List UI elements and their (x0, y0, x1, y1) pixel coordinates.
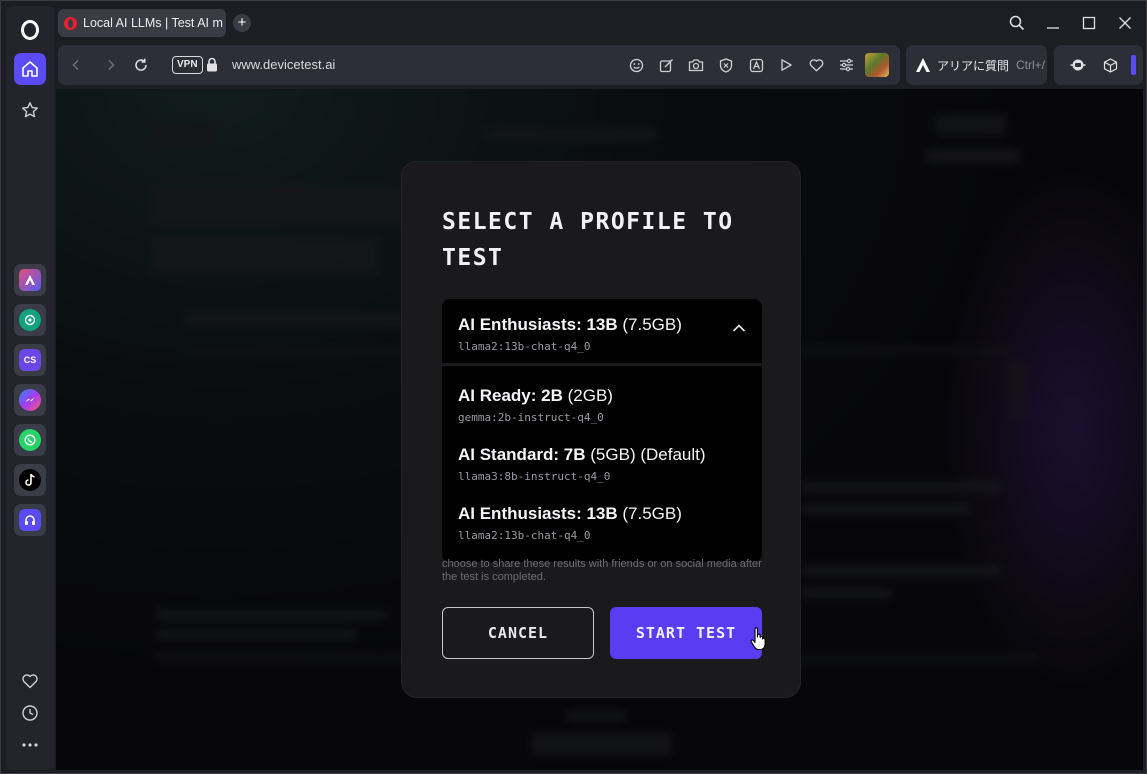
reload-icon (135, 58, 147, 71)
messenger-icon (19, 389, 41, 411)
select-profile-modal: SELECT A PROFILE TO TEST AI Enthusiasts:… (401, 161, 801, 698)
more-icon (22, 743, 38, 747)
option-model: llama2:13b-chat-q4_0 (458, 529, 591, 542)
sidebar-home-button[interactable] (14, 53, 46, 85)
reload-button[interactable] (131, 55, 151, 75)
camera-icon[interactable] (688, 57, 704, 73)
close-icon (1119, 17, 1131, 29)
sidebar-whatsapp-button[interactable] (14, 424, 46, 456)
back-icon (72, 59, 79, 71)
maximize-icon (1082, 16, 1096, 30)
tiktok-icon (19, 469, 41, 491)
easy-setup-icon[interactable] (838, 57, 854, 73)
sidebar-chatsonic-button[interactable]: CS (14, 344, 46, 376)
aria-icon (19, 269, 41, 291)
vpn-badge[interactable]: VPN (172, 56, 203, 74)
chevron-up-icon[interactable] (732, 323, 746, 333)
aria-shortcut: Ctrl+/ (1016, 58, 1046, 72)
extensions-cube-icon[interactable] (1102, 57, 1118, 73)
share-results-note: choose to share these results with frien… (442, 558, 762, 583)
url-text[interactable]: www.devicetest.ai (232, 57, 335, 72)
sidebar: CS (6, 6, 54, 770)
profile-option-ai-enthusiasts[interactable]: AI Enthusiasts: 13B (7.5GB) llama2:13b-c… (442, 494, 762, 553)
music-icon (19, 509, 41, 531)
option-name: AI Standard: 7B (5GB) (Default) (458, 445, 706, 464)
home-icon (22, 61, 38, 77)
chatsonic-icon: CS (19, 349, 41, 371)
sidebar-music-button[interactable] (14, 504, 46, 536)
profile-select[interactable]: AI Enthusiasts: 13B (7.5GB) llama2:13b-c… (442, 299, 762, 363)
selected-profile-name: AI Enthusiasts: 13B (7.5GB) (458, 315, 682, 334)
emoji-icon[interactable] (628, 57, 644, 73)
profile-option-ai-ready[interactable]: AI Ready: 2B (2GB) gemma:2b-instruct-q4_… (442, 376, 762, 435)
modal-title-line2: TEST (442, 245, 504, 271)
tab-title: Local AI LLMs | Test AI mo (83, 16, 223, 30)
modal-title-line1: SELECT A PROFILE TO (442, 209, 734, 235)
history-icon (22, 705, 38, 721)
opera-logo-icon[interactable] (14, 14, 46, 46)
profile-avatar[interactable] (865, 53, 889, 77)
profile-dropdown-list: AI Ready: 2B (2GB) gemma:2b-instruct-q4_… (442, 366, 762, 562)
opera-favicon-icon (64, 16, 77, 30)
lock-icon[interactable] (206, 57, 218, 77)
profile-option-ai-standard[interactable]: AI Standard: 7B (5GB) (Default) llama3:8… (442, 435, 762, 494)
browser-window: CS Local AI LLMs | Test AI mo + VPN www.… (0, 0, 1147, 774)
option-model: gemma:2b-instruct-q4_0 (458, 411, 604, 424)
modal-title: SELECT A PROFILE TO TEST (442, 204, 762, 276)
ai-extension-icon[interactable] (1070, 57, 1086, 73)
close-window-button[interactable] (1113, 11, 1137, 35)
cancel-button[interactable]: CANCEL (442, 607, 594, 659)
cursor-hand-icon (750, 627, 766, 651)
back-button[interactable] (66, 55, 86, 75)
sidebar-tiktok-button[interactable] (14, 464, 46, 496)
star-icon (22, 102, 38, 118)
sidebar-speed-dial-button[interactable] (14, 94, 46, 126)
tab-active[interactable]: Local AI LLMs | Test AI mo (58, 9, 226, 37)
extensions-area (1054, 45, 1143, 85)
option-name: AI Enthusiasts: 13B (7.5GB) (458, 504, 682, 523)
minimize-button[interactable] (1041, 11, 1065, 35)
aria-label: アリアに質問 (937, 58, 1010, 73)
shield-icon[interactable] (718, 57, 734, 73)
sidebar-favorites-button[interactable] (14, 665, 46, 697)
maximize-button[interactable] (1077, 11, 1101, 35)
search-icon (1009, 15, 1025, 31)
heart-icon (22, 674, 38, 689)
chatgpt-icon (19, 309, 41, 331)
search-tabs-button[interactable] (1005, 11, 1029, 35)
start-test-button[interactable]: START TEST (610, 607, 762, 659)
aria-icon (916, 58, 930, 72)
sidebar-aria-button[interactable] (14, 264, 46, 296)
translate-icon[interactable] (748, 57, 764, 73)
new-tab-button[interactable]: + (233, 14, 251, 32)
sidebar-more-button[interactable] (14, 729, 46, 761)
option-name: AI Ready: 2B (2GB) (458, 386, 613, 405)
ask-aria-button[interactable]: アリアに質問 Ctrl+/ (906, 45, 1047, 85)
sidebar-messenger-button[interactable] (14, 384, 46, 416)
sidebar-chatgpt-button[interactable] (14, 304, 46, 336)
edit-icon[interactable] (658, 57, 674, 73)
sidebar-toggle-indicator[interactable] (1131, 55, 1136, 75)
address-bar: VPN www.devicetest.ai (58, 45, 900, 85)
option-model: llama3:8b-instruct-q4_0 (458, 470, 611, 483)
whatsapp-icon (19, 429, 41, 451)
play-icon[interactable] (778, 57, 794, 73)
selected-profile-model: llama2:13b-chat-q4_0 (458, 340, 591, 353)
forward-button[interactable] (101, 55, 121, 75)
sidebar-history-button[interactable] (14, 697, 46, 729)
minimize-icon (1047, 27, 1059, 29)
heart-icon[interactable] (808, 57, 824, 73)
forward-icon (108, 59, 115, 71)
